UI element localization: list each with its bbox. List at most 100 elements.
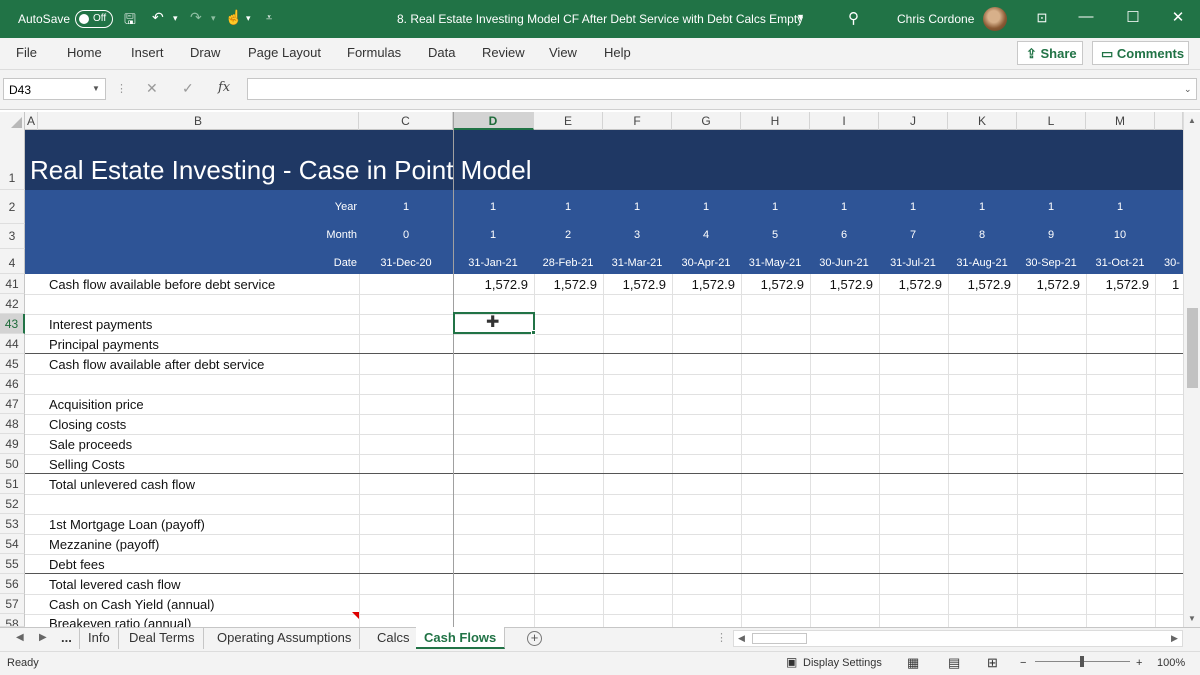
tab-insert[interactable]: Insert (131, 45, 164, 60)
tab-review[interactable]: Review (482, 45, 525, 60)
scroll-left-icon[interactable]: ◀ (738, 633, 745, 644)
search-icon[interactable]: ⚲ (848, 9, 859, 27)
row-label[interactable]: Interest payments (49, 317, 152, 332)
row-header[interactable]: 45 (0, 354, 25, 374)
save-icon[interactable]: 🖫 (124, 9, 136, 33)
row-header[interactable]: 53 (0, 514, 25, 534)
column-header-selected[interactable]: D (453, 112, 534, 130)
scroll-up-icon[interactable]: ▲ (1188, 116, 1196, 125)
touch-dropdown-icon[interactable]: ▾ (246, 13, 251, 24)
row-header[interactable]: 50 (0, 454, 25, 474)
scroll-down-icon[interactable]: ▼ (1188, 614, 1196, 623)
horizontal-scroll-thumb[interactable] (752, 633, 807, 644)
sheet-tab-calcs[interactable]: Calcs (369, 627, 419, 649)
prev-sheet-icon[interactable]: ◀ (16, 632, 24, 643)
share-button[interactable]: ⇪ Share (1017, 41, 1083, 65)
row-label[interactable]: Mezzanine (payoff) (49, 537, 159, 552)
select-all-corner[interactable] (0, 112, 25, 130)
minimize-icon[interactable]: — (1076, 8, 1096, 25)
column-header[interactable]: E (534, 112, 603, 130)
tab-help[interactable]: Help (604, 45, 631, 60)
zoom-in-button[interactable]: + (1136, 657, 1142, 669)
cash-flow-cell[interactable]: 1,572.9 (536, 277, 597, 292)
row-header[interactable]: 44 (0, 334, 25, 354)
undo-dropdown-icon[interactable]: ▾ (173, 13, 178, 24)
tab-page-layout[interactable]: Page Layout (248, 45, 321, 60)
normal-view-icon[interactable]: ▦ (907, 655, 919, 671)
maximize-icon[interactable]: ☐ (1123, 8, 1143, 26)
comments-button[interactable]: ▭ Comments (1092, 41, 1189, 65)
vertical-scrollbar[interactable]: ▲ ▼ (1183, 112, 1200, 627)
row-label[interactable]: Acquisition price (49, 397, 144, 412)
avatar[interactable] (983, 7, 1007, 31)
user-name[interactable]: Chris Cordone (897, 12, 974, 26)
cash-flow-cell[interactable]: 1,572.9 (605, 277, 666, 292)
tab-formulas[interactable]: Formulas (347, 45, 401, 60)
title-dropdown-icon[interactable]: ▼ (796, 12, 805, 22)
row-label[interactable]: Closing costs (49, 417, 126, 432)
row-label[interactable]: Sale proceeds (49, 437, 132, 452)
touch-mode-icon[interactable]: ☝ (225, 9, 242, 26)
formula-input[interactable] (247, 78, 1197, 100)
column-header[interactable]: H (741, 112, 810, 130)
add-sheet-icon[interactable]: + (527, 631, 542, 646)
zoom-level[interactable]: 100% (1157, 657, 1185, 669)
insert-function-icon[interactable]: fx (218, 80, 230, 95)
row-label[interactable]: Total unlevered cash flow (49, 477, 195, 492)
row-label[interactable]: Debt fees (49, 557, 105, 572)
column-header[interactable]: K (948, 112, 1017, 130)
ribbon-display-options-icon[interactable]: ⊡ (1032, 10, 1052, 26)
row-label[interactable]: Cash on Cash Yield (annual) (49, 597, 215, 612)
row-header[interactable]: 52 (0, 494, 25, 514)
cash-flow-cell[interactable]: 1,572.9 (455, 277, 528, 292)
scroll-right-icon[interactable]: ▶ (1171, 633, 1178, 644)
zoom-out-button[interactable]: − (1020, 657, 1026, 669)
display-settings-button[interactable]: Display Settings (803, 657, 882, 669)
column-header[interactable]: J (879, 112, 948, 130)
fill-handle[interactable] (531, 330, 536, 335)
more-sheets[interactable]: ... (61, 630, 72, 645)
cash-flow-cell-partial[interactable]: 1 (1172, 277, 1182, 292)
column-header[interactable]: B (38, 112, 359, 130)
row-header[interactable]: 46 (0, 374, 25, 394)
column-header-partial[interactable] (1155, 112, 1183, 130)
cash-flow-cell[interactable]: 1,572.9 (674, 277, 735, 292)
cash-flow-cell[interactable]: 1,572.9 (1088, 277, 1149, 292)
page-break-view-icon[interactable]: ⊞ (987, 655, 998, 671)
row-header[interactable]: 54 (0, 534, 25, 554)
tab-data[interactable]: Data (428, 45, 455, 60)
row-header[interactable]: 3 (0, 224, 25, 249)
column-header[interactable]: L (1017, 112, 1086, 130)
display-settings-icon[interactable]: ▣ (786, 655, 797, 669)
sheet-tab-operating-assumptions[interactable]: Operating Assumptions (209, 627, 361, 649)
zoom-slider-thumb[interactable] (1080, 656, 1084, 667)
row-header[interactable]: 51 (0, 474, 25, 494)
column-header[interactable]: G (672, 112, 741, 130)
row-header[interactable]: 48 (0, 414, 25, 434)
cash-flow-cell[interactable]: 1,572.9 (881, 277, 942, 292)
sheet-tab-info[interactable]: Info (79, 627, 119, 649)
row-header[interactable]: 55 (0, 554, 25, 574)
undo-icon[interactable]: ↶ (152, 9, 164, 26)
cash-flow-cell[interactable]: 1,572.9 (1019, 277, 1080, 292)
column-header[interactable]: F (603, 112, 672, 130)
sheet-tab-cash-flows[interactable]: Cash Flows (416, 627, 506, 649)
sheet-tab-deal-terms[interactable]: Deal Terms (121, 627, 204, 649)
row-label[interactable]: Selling Costs (49, 457, 125, 472)
row-label[interactable]: Cash flow available before debt service (49, 277, 275, 292)
row-header[interactable]: 41 (0, 274, 25, 294)
tab-home[interactable]: Home (67, 45, 102, 60)
row-label[interactable]: Cash flow available after debt service (49, 357, 264, 372)
cash-flow-cell[interactable]: 1,572.9 (812, 277, 873, 292)
tab-view[interactable]: View (549, 45, 577, 60)
row-header[interactable]: 58 (0, 614, 25, 627)
row-header[interactable]: 2 (0, 190, 25, 224)
row-header-selected[interactable]: 43 (0, 314, 25, 334)
row-label[interactable]: Total levered cash flow (49, 577, 181, 592)
row-header[interactable]: 4 (0, 249, 25, 274)
row-label[interactable]: 1st Mortgage Loan (payoff) (49, 517, 205, 532)
row-header[interactable]: 56 (0, 574, 25, 594)
name-box[interactable]: D43 (3, 78, 106, 100)
row-label[interactable]: Principal payments (49, 337, 159, 352)
expand-formula-bar-icon[interactable]: ⌄ (1184, 84, 1192, 95)
